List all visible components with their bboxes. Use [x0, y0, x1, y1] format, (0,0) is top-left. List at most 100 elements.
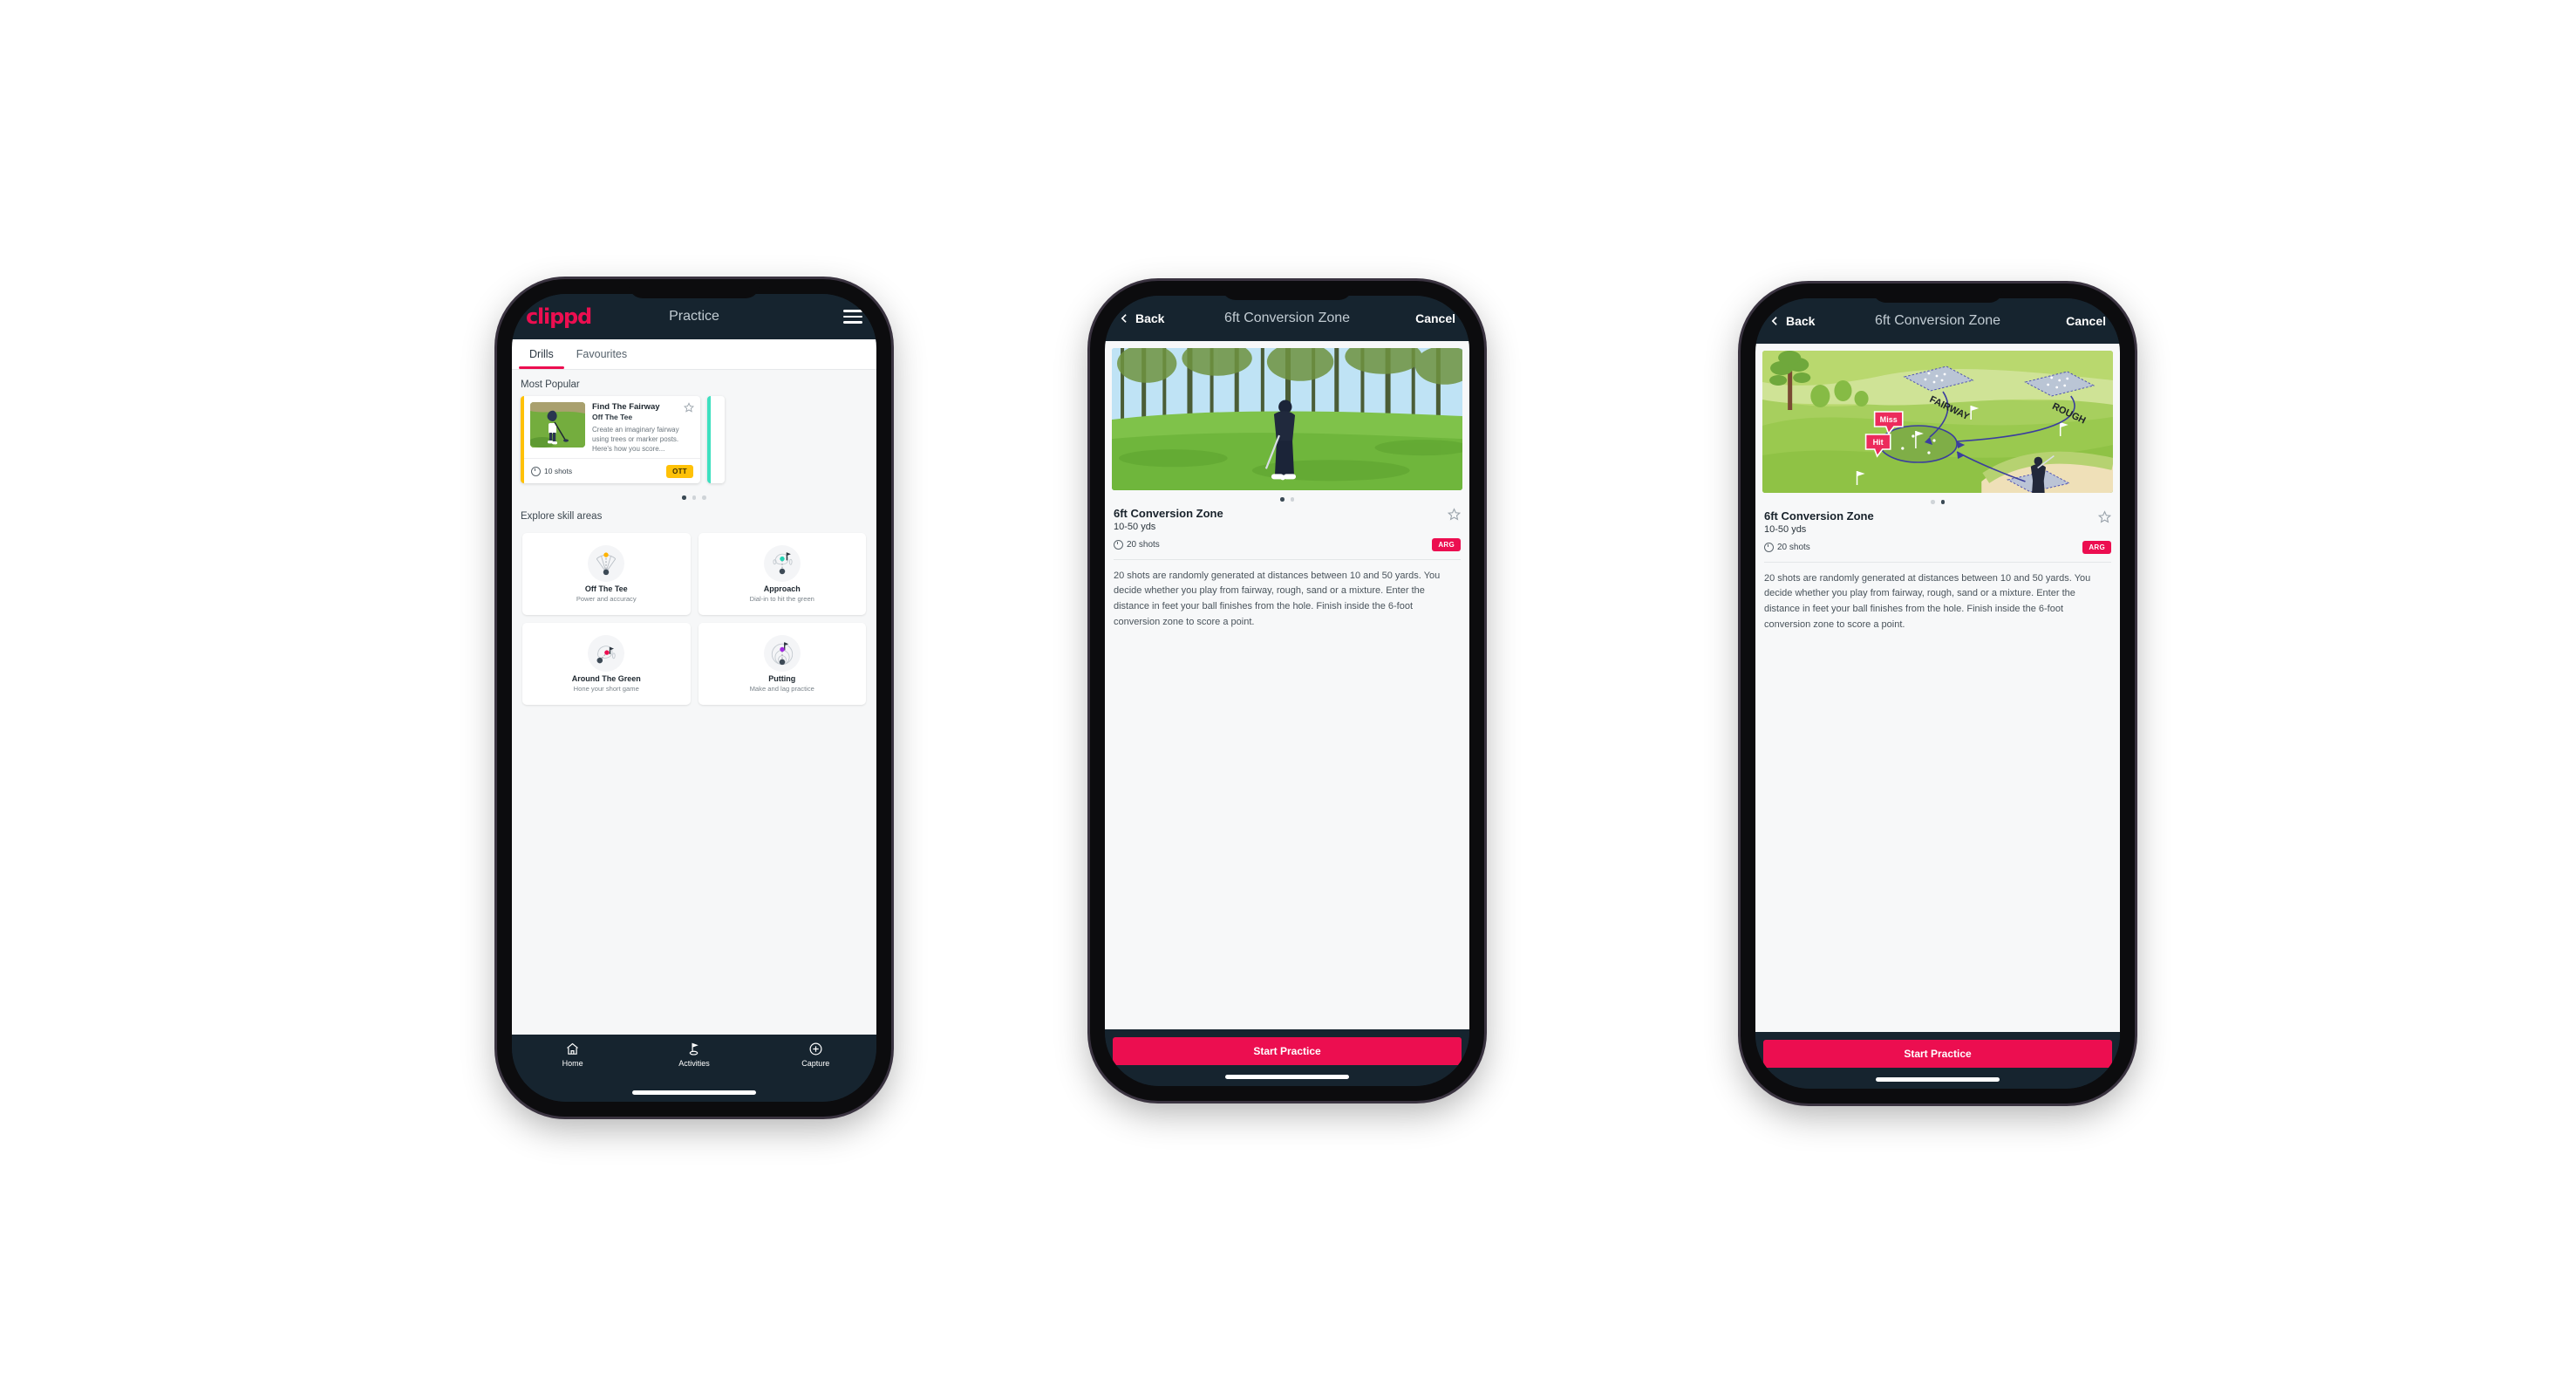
clock-icon: [531, 466, 541, 476]
explore-heading: Explore skill areas: [521, 510, 603, 522]
skill-area-grid: Off The Tee Power and accuracy Approach …: [512, 528, 876, 714]
detail-head: 6ft Conversion Zone 10-50 yds 20 shots A…: [1755, 504, 2120, 554]
back-button[interactable]: Back: [1119, 311, 1164, 325]
detail-sheet: 6ft Conversion Zone 10-50 yds 20 shots A…: [1105, 341, 1469, 1029]
home-indicator: [632, 1090, 756, 1095]
golf-flag-icon: [690, 1042, 699, 1056]
plus-circle-icon: [809, 1042, 822, 1056]
shots-count: 20 shots: [1114, 539, 1160, 550]
phone-practice-list: clippd Practice Drills Favourites Most P…: [497, 279, 891, 1117]
skill-card-name: Approach: [763, 584, 801, 593]
cta-container: Start Practice: [1105, 1029, 1469, 1086]
skill-badge: ARG: [2082, 540, 2111, 554]
clippd-logo[interactable]: clippd: [526, 304, 592, 329]
skill-card-desc: Power and accuracy: [576, 594, 637, 603]
detail-header: Back 6ft Conversion Zone Cancel: [1105, 296, 1469, 341]
phone-drill-detail-diagram: Back 6ft Conversion Zone Cancel FAIRWAY …: [1741, 284, 2135, 1103]
shots-count: 20 shots: [1764, 542, 1810, 552]
cancel-button[interactable]: Cancel: [1415, 311, 1455, 325]
clock-icon: [1764, 542, 1774, 552]
bottom-navigation: Home Activities Capture: [512, 1035, 876, 1090]
start-practice-button[interactable]: Start Practice: [1763, 1040, 2112, 1068]
skill-card-name: Around The Green: [571, 673, 641, 683]
tee-shot-dispersion-icon: [588, 544, 625, 582]
drill-detail-title: 6ft Conversion Zone: [1764, 509, 1874, 523]
hamburger-menu-icon[interactable]: [843, 310, 862, 324]
drill-hero-illustration[interactable]: FAIRWAY ROUGH SAND Miss Hit: [1762, 351, 2113, 493]
shots-label: 20 shots: [1127, 539, 1160, 550]
carousel-dot[interactable]: [682, 495, 686, 500]
detail-header: Back 6ft Conversion Zone Cancel: [1755, 298, 2120, 344]
content-scroll[interactable]: Most Popular Find The Fairway Off The Te…: [512, 370, 876, 1035]
shots-label: 10 shots: [544, 467, 573, 475]
skill-card-around-the-green[interactable]: Around The Green Hone your short game: [522, 622, 691, 705]
phone-drill-detail-photo: Back 6ft Conversion Zone Cancel 6ft Conv…: [1090, 281, 1484, 1101]
nav-item-home[interactable]: Home: [512, 1042, 633, 1068]
cancel-button[interactable]: Cancel: [2066, 314, 2106, 328]
home-icon: [567, 1042, 579, 1055]
popular-carousel[interactable]: Find The Fairway Off The Tee Create an i…: [521, 396, 876, 488]
most-popular-heading: Most Popular: [521, 379, 580, 390]
skill-card-name: Off The Tee: [584, 584, 628, 593]
chevron-left-icon: [1771, 317, 1777, 325]
phone-notch: [629, 279, 760, 298]
shots-label: 20 shots: [1777, 542, 1810, 552]
back-button[interactable]: Back: [1769, 314, 1815, 328]
skill-card-name: Putting: [768, 673, 796, 683]
skill-badge: ARG: [1432, 537, 1461, 551]
carousel-dot[interactable]: [702, 495, 706, 500]
carousel-dots[interactable]: [512, 495, 876, 500]
skill-card-off-the-tee[interactable]: Off The Tee Power and accuracy: [522, 532, 691, 615]
chip-around-green-icon: [588, 634, 625, 672]
drill-category: Off The Tee: [592, 413, 633, 421]
back-label: Back: [1786, 314, 1816, 328]
nav-label: Home: [562, 1059, 583, 1068]
drill-thumbnail: [530, 402, 585, 448]
drill-title: Find The Fairway: [592, 402, 660, 412]
skill-card-desc: Dial-in to hit the green: [749, 594, 814, 603]
drill-yards: 10-50 yds: [1764, 523, 1807, 535]
detail-meta-row: 20 shots ARG: [1114, 537, 1461, 551]
drill-yards: 10-50 yds: [1114, 521, 1156, 532]
drill-description: 20 shots are randomly generated at dista…: [1114, 570, 1441, 627]
skill-card-approach[interactable]: Approach Dial-in to hit the green: [698, 532, 866, 615]
nav-item-activities[interactable]: Activities: [633, 1042, 754, 1068]
detail-head: 6ft Conversion Zone 10-50 yds 20 shots A…: [1105, 502, 1469, 551]
tab-drills[interactable]: Drills: [519, 339, 564, 369]
svg-text:Hit: Hit: [1873, 438, 1884, 447]
drill-hero-photo[interactable]: [1112, 348, 1462, 490]
shots-count: 10 shots: [531, 466, 573, 476]
home-indicator: [1225, 1075, 1349, 1079]
nav-item-capture[interactable]: Capture: [755, 1042, 876, 1068]
phone-notch: [1222, 281, 1353, 300]
star-outline-icon[interactable]: [2098, 509, 2111, 523]
star-outline-icon[interactable]: [684, 402, 694, 413]
start-practice-button[interactable]: Start Practice: [1113, 1037, 1462, 1065]
next-drill-card-peek[interactable]: [707, 396, 725, 483]
skill-card-putting[interactable]: Putting Make and lag practice: [698, 622, 866, 705]
clock-icon: [1114, 539, 1123, 550]
tab-bar: Drills Favourites: [512, 339, 876, 370]
home-indicator: [1876, 1077, 2000, 1082]
carousel-dot[interactable]: [692, 495, 697, 500]
star-outline-icon[interactable]: [1448, 507, 1461, 521]
svg-text:Miss: Miss: [1880, 415, 1898, 424]
approach-green-icon: [763, 544, 801, 582]
drill-description: 20 shots are randomly generated at dista…: [1764, 572, 2091, 630]
skill-badge: OTT: [666, 464, 693, 478]
nav-label: Activities: [678, 1059, 710, 1068]
drill-description: Create an imaginary fairway using trees …: [592, 426, 679, 454]
app-header: clippd Practice: [512, 294, 876, 339]
drill-card[interactable]: Find The Fairway Off The Tee Create an i…: [521, 396, 700, 483]
nav-label: Capture: [801, 1059, 830, 1068]
detail-sheet: FAIRWAY ROUGH SAND Miss Hit: [1755, 344, 2120, 1032]
skill-card-desc: Hone your short game: [573, 684, 639, 693]
drill-detail-title: 6ft Conversion Zone: [1114, 506, 1223, 520]
skill-card-desc: Make and lag practice: [749, 684, 814, 693]
putting-rings-icon: [763, 634, 801, 672]
drill-card-footer: 10 shots OTT: [524, 458, 700, 483]
phone-notch: [1872, 284, 2003, 303]
back-label: Back: [1135, 311, 1165, 325]
cta-container: Start Practice: [1755, 1032, 2120, 1089]
tab-favourites[interactable]: Favourites: [571, 339, 632, 369]
